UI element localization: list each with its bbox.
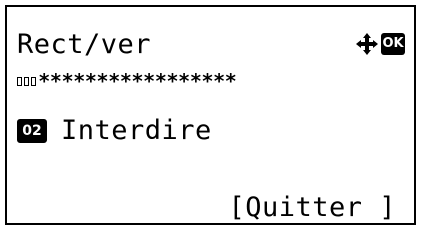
option-item[interactable]: 02 Interdire: [17, 115, 212, 147]
option-number-badge: 02: [17, 119, 47, 143]
ok-key-indicator: OK: [381, 33, 405, 55]
screen-title: Rect/ver: [17, 29, 152, 60]
nav-ok-indicator: OK: [355, 32, 405, 56]
cursor-marker-icon: [15, 74, 39, 88]
option-label: Interdire: [61, 115, 212, 146]
quit-softkey[interactable]: [Quitter ]: [228, 192, 396, 224]
four-way-arrow-icon: [356, 33, 378, 55]
password-field[interactable]: *****************: [15, 70, 237, 92]
lcd-panel: Rect/ver OK ***************** 02 Interdi…: [5, 5, 416, 225]
password-mask: *****************: [39, 69, 238, 93]
